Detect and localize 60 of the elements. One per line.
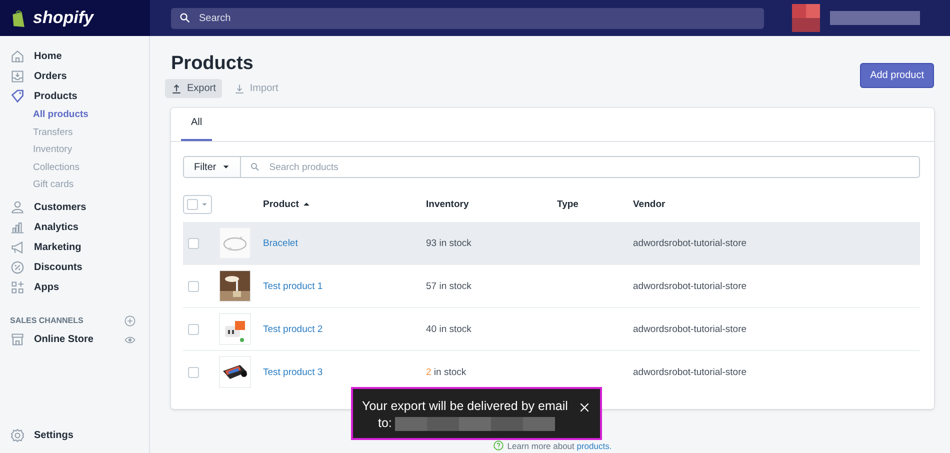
nav-item[interactable]: Marketing xyxy=(0,238,149,258)
help-text: Learn more about products. xyxy=(507,440,612,450)
help-link[interactable]: products. xyxy=(576,440,612,450)
product-link[interactable]: Test product 1 xyxy=(263,280,323,292)
store-icon xyxy=(10,332,25,347)
caret-icon xyxy=(222,163,230,171)
select-all-checkbox[interactable] xyxy=(183,195,212,214)
nav-item[interactable]: Discounts xyxy=(0,258,149,278)
nav-item[interactable]: Apps xyxy=(0,278,149,298)
table-cell: adwordsrobot-tutorial-store xyxy=(633,366,747,378)
product-link[interactable]: Test product 3 xyxy=(263,366,323,378)
page-title: Products xyxy=(171,53,254,75)
search-icon xyxy=(179,12,191,24)
column-header[interactable]: Inventory xyxy=(426,199,469,210)
close-icon xyxy=(579,402,590,413)
row-checkbox[interactable] xyxy=(188,280,199,292)
column-header[interactable]: Vendor xyxy=(633,199,666,210)
table-row[interactable]: Bracelet 93 in stock adwordsrobot-tutorial-store xyxy=(183,222,920,265)
nav-subitem[interactable]: All products xyxy=(33,106,149,124)
column-header[interactable]: Product xyxy=(263,199,299,210)
inventory-cell: 2 in stock xyxy=(426,366,466,378)
inventory-cell: 57 in stock xyxy=(426,280,472,292)
nav-item[interactable]: Settings xyxy=(0,425,149,445)
toast-label: to: xyxy=(378,415,392,432)
filter-button[interactable]: Filter xyxy=(183,156,242,178)
column-header[interactable]: Type xyxy=(557,199,578,210)
avatar-icon xyxy=(792,4,820,32)
row-checkbox[interactable] xyxy=(188,366,199,378)
nav-item[interactable]: Orders xyxy=(0,66,149,86)
inventory-cell: 93 in stock xyxy=(426,238,472,248)
table-cell: adwordsrobot-tutorial-store xyxy=(633,238,747,248)
add-channel-button[interactable] xyxy=(124,314,136,326)
search-field[interactable]: Search xyxy=(171,8,764,28)
toast-message: Your export will be delivered by email xyxy=(362,398,569,415)
add-product-button[interactable]: Add product xyxy=(860,63,934,88)
plus-icon xyxy=(124,314,136,326)
product-link[interactable]: Bracelet xyxy=(263,238,298,248)
nav-item[interactable]: Online Store xyxy=(0,330,94,350)
upload-icon xyxy=(171,83,182,94)
nav-item[interactable]: Analytics xyxy=(0,218,149,238)
action-button[interactable]: Export xyxy=(165,79,222,98)
inventory-cell: 40 in stock xyxy=(426,324,472,334)
tab[interactable]: All xyxy=(181,108,212,141)
section-heading: SALES CHANNELS xyxy=(10,316,84,325)
download-icon xyxy=(234,83,245,94)
search-field[interactable]: Search xyxy=(197,12,764,24)
nav-item[interactable]: Customers xyxy=(0,198,149,218)
row-checkbox[interactable] xyxy=(188,238,199,248)
table-cell: adwordsrobot-tutorial-store xyxy=(633,324,747,334)
gear-icon xyxy=(10,428,25,442)
nav-item[interactable]: Products xyxy=(0,86,149,106)
table-cell: adwordsrobot-tutorial-store xyxy=(633,280,747,292)
row-checkbox[interactable] xyxy=(188,324,199,334)
search-field[interactable]: Search products xyxy=(241,156,920,178)
nav-item[interactable]: Home xyxy=(0,46,149,66)
caret-icon xyxy=(201,201,208,208)
product-link[interactable]: Test product 2 xyxy=(263,324,323,334)
logo-text: shopify xyxy=(33,8,94,28)
help-icon xyxy=(493,440,504,451)
search-icon xyxy=(250,162,260,172)
